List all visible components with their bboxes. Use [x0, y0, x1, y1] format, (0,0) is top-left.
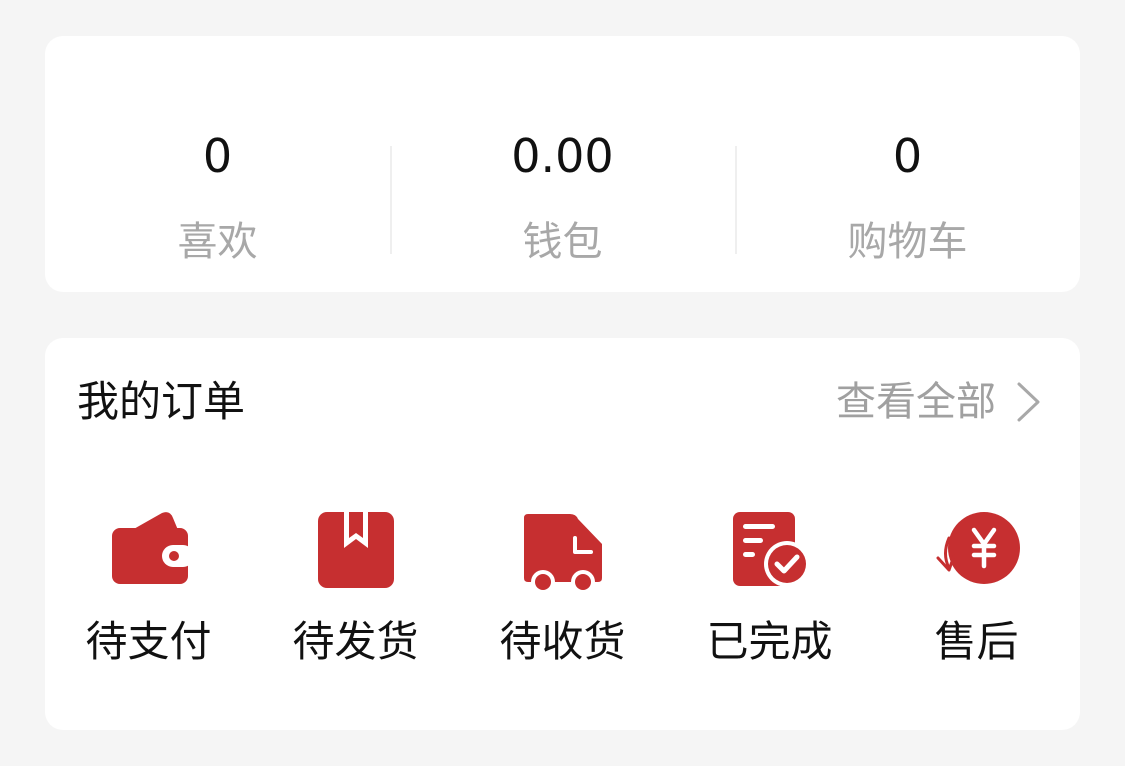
orders-title: 我的订单	[77, 377, 246, 426]
yuan-refund-icon	[936, 512, 1020, 584]
stat-wallet-label: 钱包	[522, 219, 603, 265]
order-label: 售后	[934, 617, 1019, 666]
package-icon	[317, 512, 394, 588]
order-label: 待支付	[85, 617, 212, 666]
stat-wallet-value: 0.00	[511, 129, 614, 183]
stat-likes-value: 0	[202, 129, 233, 183]
order-label: 待收货	[499, 617, 626, 666]
completed-document-icon	[732, 512, 810, 587]
order-pending-receipt[interactable]: 待收货	[459, 508, 666, 678]
order-completed[interactable]: 已完成	[666, 508, 873, 678]
stat-cart[interactable]: 0 购物车	[735, 36, 1080, 292]
truck-icon	[523, 514, 602, 594]
order-label: 已完成	[706, 617, 833, 666]
order-pending-shipment[interactable]: 待发货	[252, 508, 459, 678]
stat-cart-label: 购物车	[847, 219, 968, 265]
view-all-label: 查看全部	[836, 379, 996, 425]
view-all-orders-link[interactable]: 查看全部	[836, 374, 1042, 430]
orders-card: 我的订单 查看全部 待支付 待发货 待收货 已完成 售后	[45, 338, 1080, 730]
order-after-sales[interactable]: 售后	[873, 508, 1080, 678]
order-pending-payment[interactable]: 待支付	[45, 508, 252, 678]
stat-likes[interactable]: 0 喜欢	[45, 36, 390, 292]
order-label: 待发货	[292, 617, 419, 666]
stat-cart-value: 0	[892, 129, 923, 183]
chevron-right-icon	[1017, 382, 1040, 422]
stat-wallet[interactable]: 0.00 钱包	[390, 36, 735, 292]
wallet-icon	[111, 512, 194, 584]
stats-card: 0 喜欢 0.00 钱包 0 购物车	[45, 36, 1080, 292]
stat-likes-label: 喜欢	[177, 219, 258, 265]
